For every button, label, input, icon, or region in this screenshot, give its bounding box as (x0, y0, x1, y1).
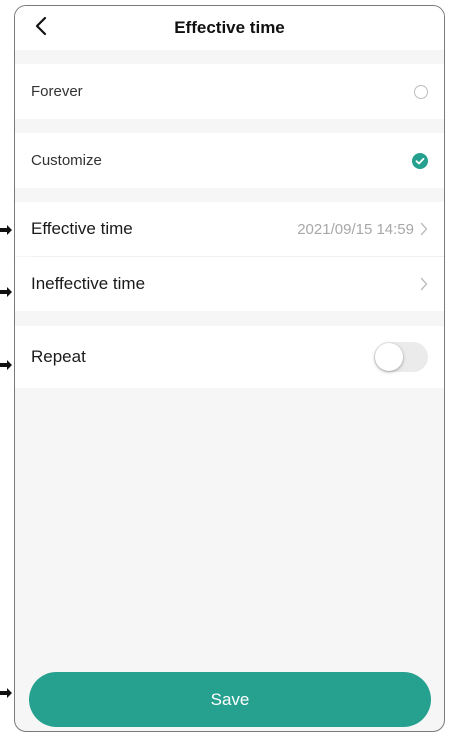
pointer-arrow-icon (0, 360, 12, 370)
chevron-left-icon (35, 16, 47, 36)
repeat-toggle[interactable] (374, 342, 428, 372)
ineffective-time-label: Ineffective time (31, 274, 146, 293)
toggle-knob (375, 343, 403, 371)
section-gap (15, 311, 444, 326)
section-gap (15, 119, 444, 133)
chevron-right-icon (420, 222, 428, 236)
radio-unchecked-icon[interactable] (414, 84, 428, 99)
section-gap (15, 188, 444, 202)
pointer-arrow-icon (0, 287, 12, 297)
option-customize[interactable]: Customize (15, 133, 444, 188)
back-button[interactable] (29, 13, 53, 39)
section-gap (15, 50, 444, 64)
checkmark-icon (412, 152, 428, 169)
ineffective-time-row[interactable]: Ineffective time (15, 257, 444, 311)
repeat-row: Repeat (15, 326, 444, 388)
repeat-label: Repeat (31, 347, 86, 366)
option-forever-label: Forever (31, 83, 83, 100)
nav-header: Effective time (15, 6, 444, 50)
effective-time-label: Effective time (31, 219, 133, 238)
option-forever[interactable]: Forever (15, 64, 444, 119)
pointer-arrow-icon (0, 688, 12, 698)
effective-time-row[interactable]: Effective time 2021/09/15 14:59 (15, 202, 444, 256)
phone-screen: Effective time Forever Customize Effecti… (14, 5, 445, 732)
effective-time-value: 2021/09/15 14:59 (297, 220, 414, 238)
option-customize-label: Customize (31, 152, 102, 169)
pointer-arrow-icon (0, 225, 12, 235)
page-title: Effective time (174, 18, 285, 37)
save-button[interactable]: Save (29, 672, 431, 727)
chevron-right-icon (420, 277, 428, 291)
radio-checked-icon[interactable] (412, 152, 428, 169)
